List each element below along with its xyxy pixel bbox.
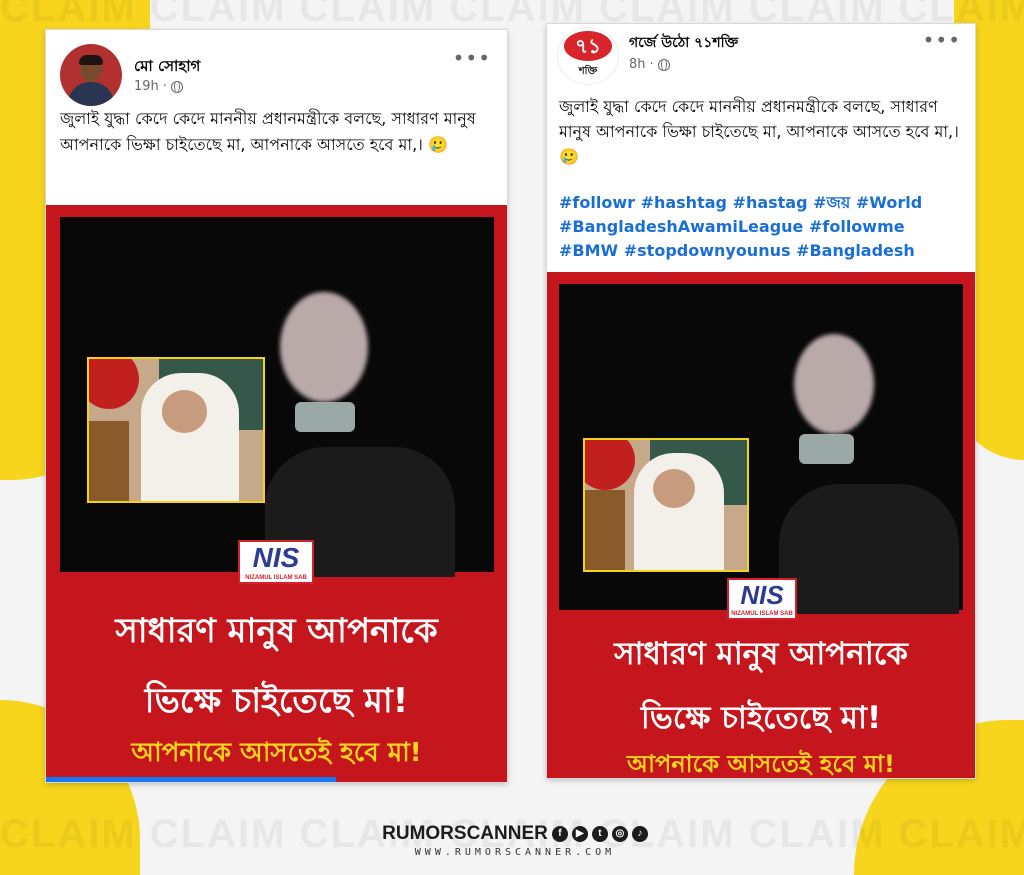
avatar-logo-text: ৭১ [564, 31, 612, 61]
facebook-post-1: মো সোহাগ 19h · ••• জুলাই যুদ্ধা কেদে কেদ… [46, 30, 507, 782]
brand-name: RUMORSCANNER [382, 823, 548, 844]
video-caption-line: ভিক্ষে চাইতেছে মা! [144, 681, 409, 721]
video-caption-line: সাধারণ মানুষ আপনাকে [115, 611, 438, 651]
instagram-icon[interactable]: ◎ [611, 826, 628, 842]
post-header: মো সোহাগ 19h · ••• [46, 30, 507, 106]
separator-dot: · [162, 79, 167, 94]
inset-photo [583, 438, 749, 572]
nis-logo: NIS NIZAMUL ISLAM SAB [238, 540, 314, 584]
nis-logo-subtext: NIZAMUL ISLAM SAB [731, 611, 793, 617]
avatar[interactable] [60, 44, 122, 106]
tiktok-icon[interactable]: ♪ [631, 826, 648, 842]
video-frame [559, 284, 963, 614]
video-caption-line: আপনাকে আসতেই হবে মা! [627, 750, 895, 778]
video-figure [799, 434, 854, 464]
inset-photo [87, 357, 265, 503]
avatar-logo-subtext: শক্তি [578, 66, 598, 77]
hashtags[interactable]: #followr #hashtag #hastag #জয় #World #B… [547, 191, 975, 263]
author-name[interactable]: মো সোহাগ [134, 55, 200, 80]
video-caption-line: আপনাকে আসতেই হবে মা! [131, 738, 422, 768]
nis-logo: NIS NIZAMUL ISLAM SAB [727, 578, 797, 620]
nis-logo-subtext: NIZAMUL ISLAM SAB [245, 575, 307, 581]
globe-icon [657, 58, 670, 71]
post-meta: 19h · [134, 79, 183, 94]
video-player[interactable]: NIS NIZAMUL ISLAM SAB সাধারণ মানুষ আপনাক… [547, 272, 975, 778]
avatar[interactable]: ৭১ শক্তি [557, 27, 619, 85]
brand-url[interactable]: WWW.RUMORSCANNER.COM [330, 847, 700, 858]
video-progress-bar[interactable] [46, 777, 337, 782]
author-name[interactable]: গর্জে উঠো ৭১শক্তি [629, 31, 738, 55]
nis-logo-text: NIS [252, 542, 300, 573]
more-options-icon[interactable]: ••• [923, 28, 961, 52]
globe-icon [170, 80, 183, 93]
video-figure-face [794, 334, 874, 434]
post-time[interactable]: 8h [629, 57, 646, 72]
video-frame [60, 217, 494, 577]
facebook-post-2: ৭১ শক্তি গর্জে উঠো ৭১শক্তি 8h · ••• জুলা… [547, 24, 975, 778]
separator-dot: · [649, 57, 654, 72]
post-time[interactable]: 19h [134, 79, 159, 94]
youtube-icon[interactable]: ▶ [571, 826, 588, 842]
more-options-icon[interactable]: ••• [453, 46, 491, 70]
nis-logo-text: NIS [740, 580, 784, 610]
twitter-icon[interactable]: t [591, 826, 608, 842]
video-figure [779, 484, 959, 614]
video-figure [295, 402, 355, 432]
post-text: জুলাই যুদ্ধা কেদে কেদে মাননীয় প্রধানমন্… [60, 109, 476, 154]
post-text: জুলাই যুদ্ধা কেদে কেদে মাননীয় প্রধানমন্… [559, 97, 959, 166]
rumorscanner-branding: RUMORSCANNER f ▶ t ◎ ♪ WWW.RUMORSCANNER.… [330, 823, 700, 858]
video-caption-line: ভিক্ষে চাইতেছে মা! [640, 700, 882, 736]
post-header: ৭১ শক্তি গর্জে উঠো ৭১শক্তি 8h · ••• [547, 24, 975, 88]
post-meta: 8h · [629, 57, 670, 72]
facebook-icon[interactable]: f [551, 826, 568, 842]
video-caption-line: সাধারণ মানুষ আপনাকে [614, 636, 908, 672]
video-player[interactable]: NIS NIZAMUL ISLAM SAB সাধারণ মানুষ আপনাক… [46, 205, 507, 782]
brand-name-row: RUMORSCANNER f ▶ t ◎ ♪ [382, 823, 648, 845]
video-figure-face [280, 292, 368, 402]
